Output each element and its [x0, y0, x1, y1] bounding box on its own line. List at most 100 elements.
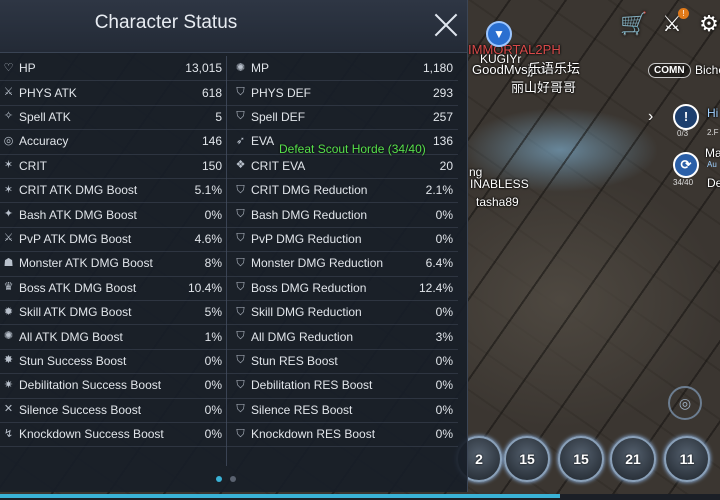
heart-icon: ♡ [3, 61, 14, 74]
stat-row: ✷ Debilitation Success Boost 0% [2, 373, 222, 397]
stat-value: 5% [204, 305, 222, 320]
crit-atk-icon: ✶ [3, 183, 14, 196]
stat-value: 0% [204, 353, 222, 368]
stat-label: PvP ATK DMG Boost [19, 231, 132, 246]
skill-slot-4[interactable]: 21 [610, 436, 656, 482]
chevron-right-icon[interactable]: › [648, 108, 653, 126]
bash-dmg-red-icon: ⛉ [236, 208, 245, 221]
stat-value: 0% [435, 427, 453, 442]
monster-icon: ☗ [3, 256, 14, 269]
pvp-dmg-red-icon: ⛉ [236, 232, 245, 245]
stat-value: 0% [435, 378, 453, 393]
stat-label: All ATK DMG Boost [19, 329, 123, 344]
stat-label: Accuracy [19, 134, 69, 149]
stat-row: ⛉ Monster DMG Reduction 6.4% [234, 251, 453, 275]
stat-value: 0% [435, 305, 453, 320]
player-name-chinese-1[interactable]: 乐语乐坛 [528, 58, 580, 77]
knockdown-res-icon: ⛉ [236, 427, 245, 440]
stat-label: Debilitation RES Boost [251, 378, 373, 393]
stat-row: ⛉ Knockdown RES Boost 0% [234, 422, 453, 446]
stat-label: CRIT ATK DMG Boost [19, 183, 138, 198]
page-dot-active[interactable] [216, 476, 222, 482]
stat-value: 12.4% [418, 280, 453, 295]
crit-icon: ✶ [3, 159, 14, 172]
quest-title-peek-1[interactable]: Hi [707, 106, 718, 120]
skill-icon: ✹ [3, 305, 14, 318]
notification-badge: ! [678, 8, 689, 19]
chat-tab-common[interactable]: COMN [648, 63, 691, 78]
stat-value: 10.4% [187, 280, 222, 295]
guild-emblem-icon: ▼ [486, 21, 512, 47]
shop-cart-icon[interactable]: 🛒 [620, 12, 647, 36]
stat-label: Debilitation Success Boost [19, 378, 162, 393]
crit-eva-icon: ❖ [235, 159, 246, 172]
stat-row: ☗ Monster ATK DMG Boost 8% [2, 251, 222, 275]
player-name-chinese-2[interactable]: 丽山好哥哥 [511, 77, 576, 96]
target-lock-icon[interactable]: ◎ [668, 386, 702, 420]
exclamation-icon[interactable]: ! [673, 104, 699, 130]
silence-res-icon: ⛉ [236, 403, 245, 416]
stat-label: All DMG Reduction [251, 329, 354, 344]
stun-icon: ✸ [3, 354, 14, 367]
stat-row: ✶ CRIT ATK DMG Boost 5.1% [2, 178, 222, 202]
crit-dmg-red-icon: ⛉ [236, 183, 245, 196]
quest-progress-1: 0/3 [677, 129, 689, 138]
stat-label: HP [19, 61, 36, 76]
stat-value: 0% [435, 231, 453, 246]
stat-label: PHYS DEF [251, 85, 312, 100]
menu-settings-icon[interactable]: ⚙ [697, 12, 720, 36]
stat-row: ⚔ PvP ATK DMG Boost 4.6% [2, 227, 222, 251]
sword-icon: ⚔ [3, 86, 14, 99]
player-name-tasha[interactable]: tasha89 [476, 195, 519, 209]
stat-label: Silence RES Boost [251, 402, 353, 417]
stat-value: 1,180 [422, 61, 453, 76]
stat-value: 6.4% [425, 256, 453, 271]
page-dot[interactable] [230, 476, 236, 482]
stat-row: ✺ All ATK DMG Boost 1% [2, 324, 222, 348]
stat-value: 1% [204, 329, 222, 344]
stat-label: CRIT [19, 158, 47, 173]
stat-value: 150 [201, 158, 222, 173]
refresh-icon[interactable]: ⟳ [673, 152, 699, 178]
stat-value: 0% [204, 378, 222, 393]
eva-icon: ➶ [235, 134, 246, 147]
panel-title: Character Status [94, 12, 238, 33]
stat-row: ❖ CRIT EVA 20 [234, 154, 453, 178]
all-dmg-red-icon: ⛉ [236, 330, 245, 343]
stat-label: Knockdown Success Boost [19, 427, 164, 442]
accuracy-icon: ◎ [3, 134, 14, 147]
quest-title-peek-2[interactable]: Ma [705, 146, 720, 160]
stat-row: ⛉ All DMG Reduction 3% [234, 324, 453, 348]
skill-slot-5[interactable]: 11 [664, 436, 710, 482]
stat-label: Spell DEF [251, 109, 306, 124]
skill-slot-2[interactable]: 15 [504, 436, 550, 482]
stat-row: ✸ Stun Success Boost 0% [2, 349, 222, 373]
stat-row: ♡ HP 13,015 [2, 56, 222, 80]
stat-row: ⛉ Boss DMG Reduction 12.4% [234, 276, 453, 300]
stat-label: Monster DMG Reduction [251, 256, 384, 271]
stat-label: Stun Success Boost [19, 353, 127, 368]
stat-label: Boss DMG Reduction [251, 280, 367, 295]
stat-label: Silence Success Boost [19, 402, 142, 417]
character-status-panel: Character Status ♡ HP 13,015 ✺ MP 1,180 ⚔ PHYS … [0, 0, 468, 492]
stat-value: 0% [204, 207, 222, 222]
chat-peek-text: Biche [695, 63, 720, 77]
stat-value: 257 [432, 109, 453, 124]
stat-row: ⚔ PHYS ATK 618 [2, 80, 222, 104]
stat-label: CRIT EVA [251, 158, 306, 173]
close-icon[interactable] [432, 10, 460, 38]
stat-label: Skill ATK DMG Boost [19, 305, 132, 320]
skill-dmg-red-icon: ⛉ [236, 305, 245, 318]
player-name-inabless[interactable]: INABLESS [470, 177, 529, 191]
knockdown-icon: ↯ [3, 427, 14, 440]
stat-value: 293 [432, 85, 453, 100]
stat-value: 3% [435, 329, 453, 344]
stat-label: Spell ATK [19, 109, 71, 124]
quest-sub-peek-1: 2.F [707, 128, 719, 137]
stat-row: ⛉ CRIT DMG Reduction 2.1% [234, 178, 453, 202]
stat-row: ⛉ PHYS DEF 293 [234, 80, 453, 104]
skill-slot-3[interactable]: 15 [558, 436, 604, 482]
stat-row: ↯ Knockdown Success Boost 0% [2, 422, 222, 446]
stun-res-icon: ⛉ [236, 354, 245, 367]
stat-label: CRIT DMG Reduction [251, 183, 368, 198]
